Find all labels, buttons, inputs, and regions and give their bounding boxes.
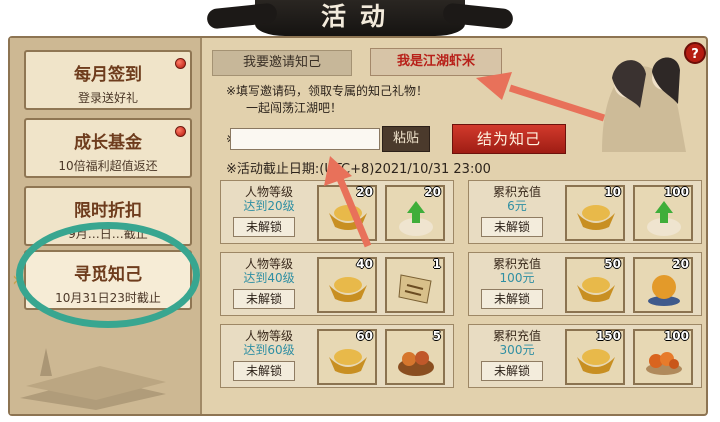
- screenshot-frame: 活动 每月签到 登录送好礼 成长基金 10倍福利超值返还 限时折扣 9月…日…截…: [0, 0, 720, 422]
- annotation-arrows: [324, 72, 606, 248]
